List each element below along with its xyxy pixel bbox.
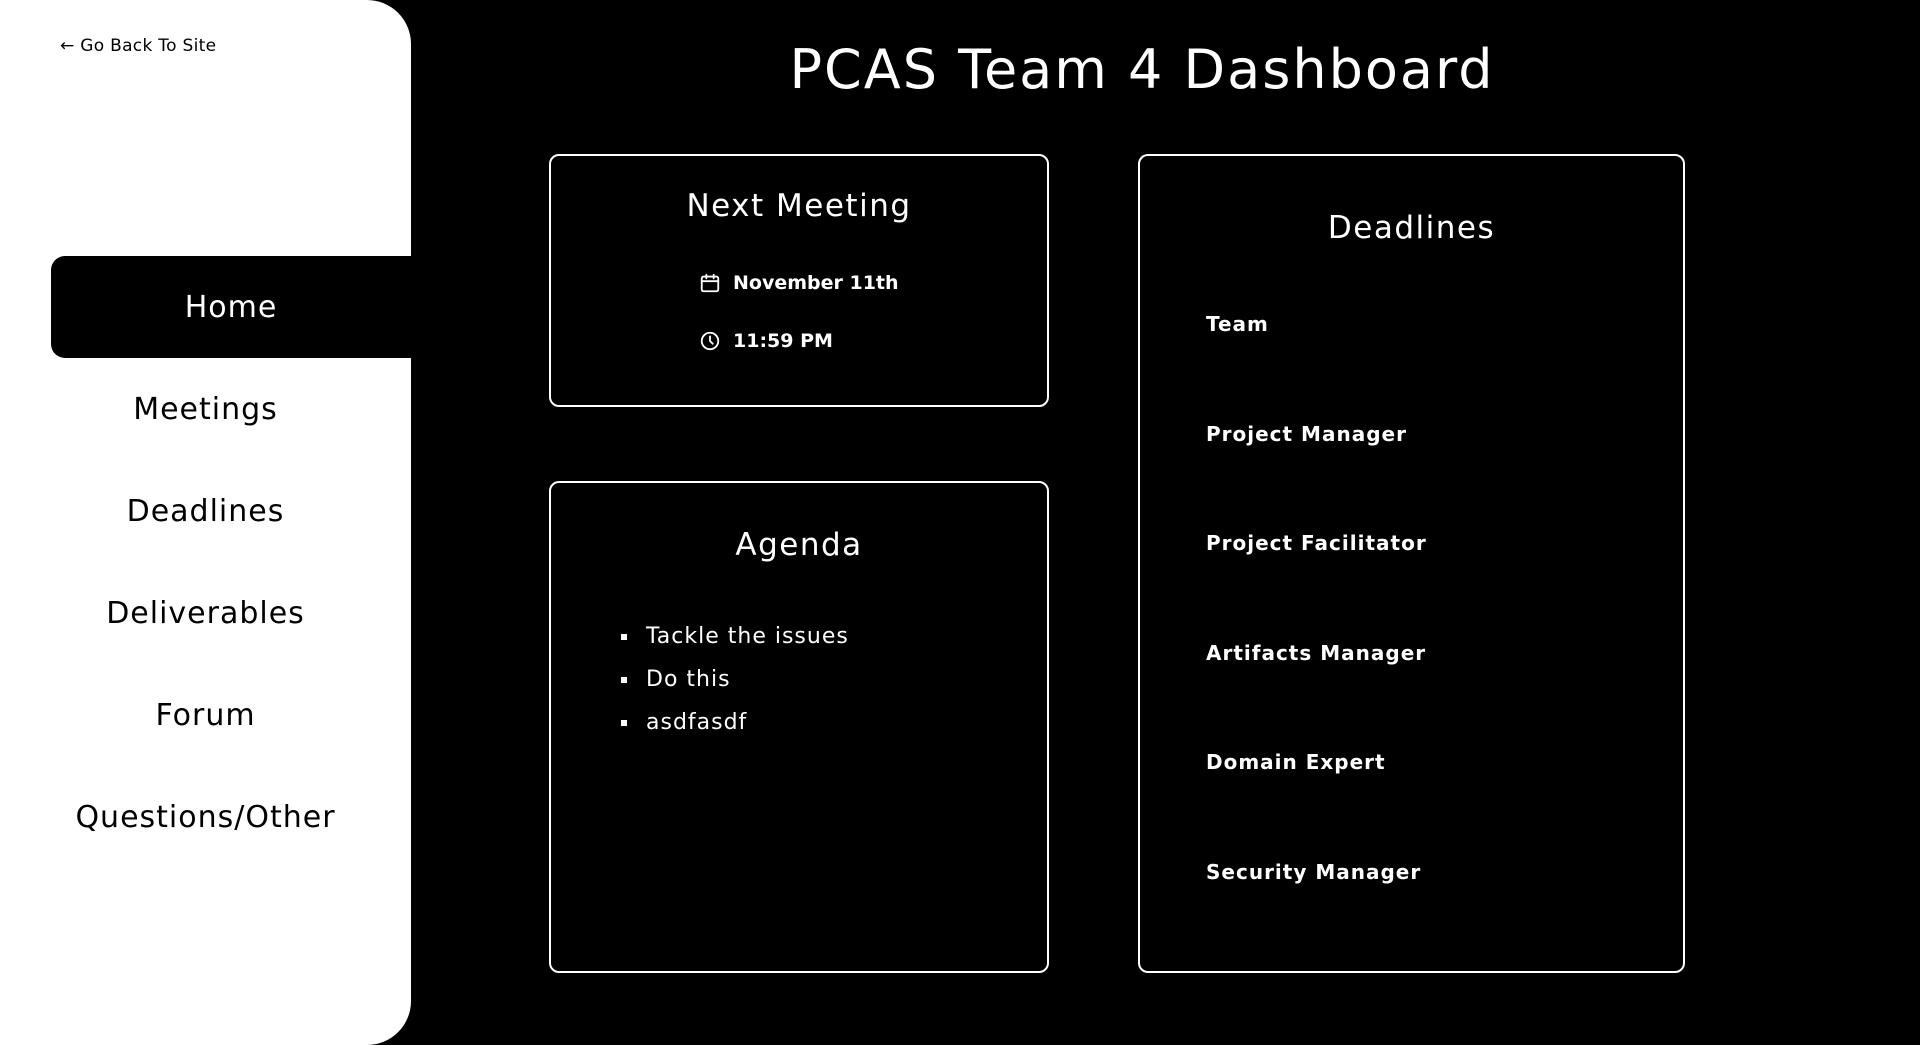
deadline-item-team[interactable]: Team (1206, 312, 1427, 422)
deadline-list: Team Project Manager Project Facilitator… (1206, 312, 1427, 969)
sidebar-item-forum[interactable]: Forum (51, 664, 411, 766)
deadlines-title: Deadlines (1327, 210, 1496, 246)
agenda-card: Agenda Tackle the issues Do this asdfasd… (549, 481, 1049, 973)
agenda-item: Do this (621, 658, 849, 701)
dashboard-page: ← Go Back To Site Home Meetings Deadline… (0, 0, 1920, 1045)
bullet-icon (621, 676, 627, 683)
sidebar-item-questions-other[interactable]: Questions/Other (51, 766, 411, 868)
next-meeting-title: Next Meeting (686, 188, 912, 224)
meeting-time-row: 11:59 PM (699, 330, 833, 352)
agenda-item: asdfasdf (621, 701, 849, 744)
clock-icon (700, 331, 720, 351)
meeting-date: November 11th (733, 272, 899, 294)
agenda-item-text: Do this (646, 667, 731, 692)
sidebar-item-meetings[interactable]: Meetings (51, 358, 411, 460)
agenda-item: Tackle the issues (621, 615, 849, 658)
sidebar-item-home[interactable]: Home (51, 256, 411, 358)
agenda-item-text: asdfasdf (646, 710, 748, 735)
sidebar-item-label: Home (184, 289, 278, 325)
sidebar-item-label: Deadlines (126, 493, 285, 529)
meeting-date-row: November 11th (699, 272, 899, 294)
sidebar-item-label: Questions/Other (75, 799, 336, 835)
deadline-item-domain-expert[interactable]: Domain Expert (1206, 750, 1427, 860)
page-title: PCAS Team 4 Dashboard (789, 38, 1495, 101)
deadline-item-project-manager[interactable]: Project Manager (1206, 422, 1427, 532)
sidebar-nav: Home Meetings Deadlines Deliverables For… (0, 256, 411, 868)
deadlines-card: Deadlines Team Project Manager Project F… (1138, 154, 1685, 973)
meeting-time: 11:59 PM (733, 330, 833, 352)
sidebar-item-label: Forum (155, 697, 256, 733)
agenda-item-text: Tackle the issues (646, 624, 849, 649)
agenda-title: Agenda (735, 527, 863, 563)
sidebar-item-label: Meetings (133, 391, 278, 427)
sidebar-item-deliverables[interactable]: Deliverables (51, 562, 411, 664)
bullet-icon (621, 633, 627, 640)
sidebar-item-label: Deliverables (106, 595, 305, 631)
bullet-icon (621, 719, 627, 726)
deadline-item-project-facilitator[interactable]: Project Facilitator (1206, 531, 1427, 641)
go-back-link[interactable]: ← Go Back To Site (60, 36, 216, 56)
agenda-list: Tackle the issues Do this asdfasdf (621, 615, 849, 744)
deadline-item-security-manager[interactable]: Security Manager (1206, 860, 1427, 970)
next-meeting-card: Next Meeting November 11th 11:59 PM (549, 154, 1049, 407)
deadline-item-artifacts-manager[interactable]: Artifacts Manager (1206, 641, 1427, 751)
sidebar: ← Go Back To Site Home Meetings Deadline… (0, 0, 411, 1045)
calendar-icon (700, 273, 720, 293)
sidebar-item-deadlines[interactable]: Deadlines (51, 460, 411, 562)
